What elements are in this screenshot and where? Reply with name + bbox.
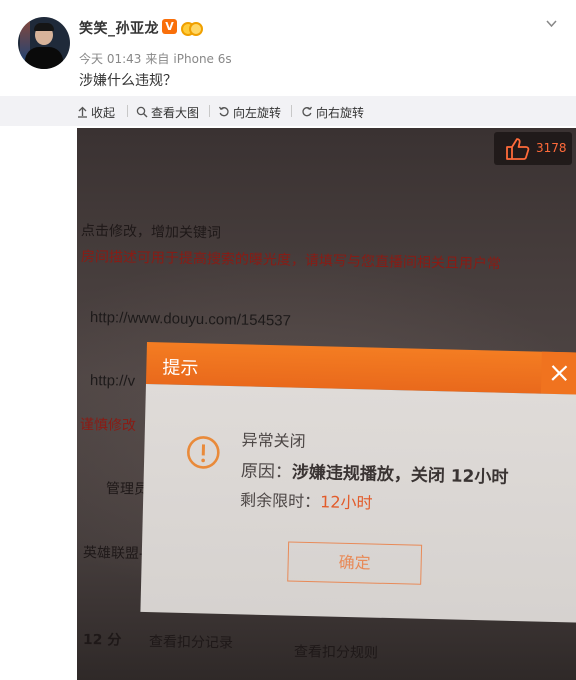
source-device[interactable]: iPhone 6s: [173, 52, 231, 66]
bg-text-category: 英雄联盟-: [82, 545, 145, 563]
post-time[interactable]: 今天 01:43: [79, 52, 141, 66]
search-icon: [136, 106, 148, 118]
dialog-remaining: 剩余限时：12小时: [240, 486, 373, 513]
bg-text-score: 12 分: [82, 632, 122, 649]
bg-text-edit-hint: 点击修改，增加关键词: [80, 223, 222, 242]
view-large-button[interactable]: 查看大图: [136, 104, 199, 120]
reason-label: 原因：: [240, 461, 293, 483]
dialog-title: 提示: [162, 357, 199, 380]
collapse-icon: [78, 106, 87, 118]
username[interactable]: 笑笑_孙亚龙: [79, 18, 159, 38]
warning-circle-icon: [187, 436, 220, 469]
confirm-button[interactable]: 确定: [287, 541, 423, 585]
bg-text-deduction-rules: 查看扣分规则: [293, 644, 379, 662]
dialog-reason: 原因：涉嫌违规播放，关闭 12小时: [241, 456, 509, 488]
dialog-body: 异常关闭 原因：涉嫌违规播放，关闭 12小时 剩余限时：12小时 确定: [140, 383, 576, 623]
bg-text-deduction-records: 查看扣分记录: [148, 634, 234, 652]
rotate-right-icon: [302, 106, 313, 117]
rotate-right-button[interactable]: 向右旋转: [301, 104, 364, 120]
bg-text-room-url: http://www.douyu.com/154537: [89, 309, 292, 330]
bg-text-admin: 管理员: [105, 481, 149, 498]
bg-text-careful-edit: 谨慎修改: [79, 417, 137, 434]
collapse-label: 收起: [91, 105, 116, 120]
view-large-label: 查看大图: [151, 105, 200, 120]
close-icon: [551, 365, 568, 382]
verified-badge-icon: V: [162, 19, 177, 34]
rotate-left-icon: [218, 106, 229, 117]
post-text: 涉嫌什么违规？: [79, 73, 177, 89]
bg-text-room-url-2: http://v: [89, 372, 136, 390]
post-meta: 今天 01:43 来自 iPhone 6s: [79, 50, 236, 67]
rotate-left-label: 向左旋转: [233, 105, 282, 120]
vip-coin-icon[interactable]: [181, 18, 203, 36]
post-header: 笑笑_孙亚龙 V 今天 01:43 来自 iPhone 6s 涉嫌什么违规？: [0, 0, 576, 96]
chevron-down-icon[interactable]: [546, 18, 557, 29]
remaining-value: 12小时: [319, 492, 373, 513]
avatar[interactable]: [18, 17, 70, 69]
notice-dialog: 提示 异常关闭 原因：涉嫌违规播放，关闭 12小时 剩余限时：12小时 确定: [140, 342, 576, 623]
dialog-status: 异常关闭: [241, 430, 306, 451]
rotate-right-label: 向右旋转: [316, 105, 365, 120]
image-toolbar: 收起 查看大图 向左旋转 向右旋转: [0, 96, 576, 126]
collapse-button[interactable]: 收起: [77, 104, 115, 120]
like-button[interactable]: 3178: [494, 132, 572, 165]
like-count: 3178: [536, 141, 567, 155]
rotate-left-button[interactable]: 向左旋转: [218, 104, 281, 120]
close-button[interactable]: [540, 351, 576, 395]
reason-text: 涉嫌违规播放，关闭 12小时: [291, 462, 509, 488]
thumbs-up-icon: [506, 138, 530, 160]
source-prefix: 来自: [145, 52, 170, 66]
remaining-label: 剩余限时：: [239, 490, 321, 512]
